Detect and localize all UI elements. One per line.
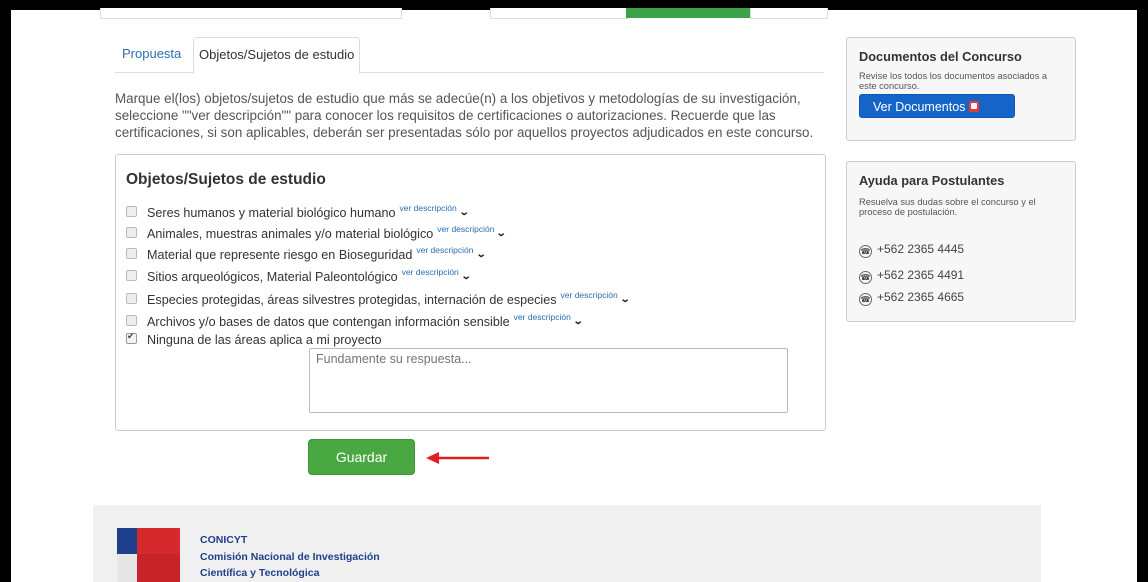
option-seres-humanos: Seres humanos y material biológico human… [126, 203, 469, 220]
phone-line: ☎ +562 2365 4665 [859, 290, 964, 306]
documentos-title: Documentos del Concurso [859, 49, 1022, 64]
phone-number: +562 2365 4665 [877, 290, 965, 304]
ver-descripcion-link[interactable]: ver descripción [561, 290, 618, 300]
justification-textarea[interactable] [309, 348, 788, 413]
ayuda-box: Ayuda para Postulantes Resuelva sus duda… [846, 161, 1076, 322]
tab-propuesta[interactable]: Propuesta [117, 37, 186, 71]
option-label: Material que represente riesgo en Bioseg… [147, 248, 413, 262]
chevron-down-icon[interactable]: ⌄ [573, 316, 584, 327]
ver-descripcion-link[interactable]: ver descripción [400, 203, 457, 213]
option-label: Sitios arqueológicos, Material Paleontol… [147, 270, 398, 284]
documentos-text: Revise los todos los documentos asociado… [859, 71, 1048, 91]
conicyt-logo [117, 528, 180, 582]
chevron-down-icon[interactable]: ⌄ [475, 249, 486, 260]
window-frame-right [1137, 0, 1148, 582]
top-cutoff-field [100, 8, 402, 19]
checkbox[interactable] [126, 248, 137, 260]
instructions-text: Marque el(los) objetos/sujetos de estudi… [115, 91, 814, 140]
option-especies-protegidas: Especies protegidas, áreas silvestres pr… [126, 290, 630, 307]
footer-line2: Científica y Tecnológica [200, 567, 320, 579]
pdf-icon [969, 101, 980, 112]
phone-number: +562 2365 4491 [877, 268, 965, 282]
ayuda-title: Ayuda para Postulantes [859, 173, 1005, 188]
option-label: Archivos y/o bases de datos que contenga… [147, 315, 510, 329]
phone-line: ☎ +562 2365 4491 [859, 268, 964, 284]
option-label: Ninguna de las áreas aplica a mi proyect… [147, 333, 382, 347]
option-archivos-datos: Archivos y/o bases de datos que contenga… [126, 312, 584, 329]
ayuda-text: Resuelva sus dudas sobre el concurso y e… [859, 197, 1036, 217]
checkbox[interactable] [126, 315, 137, 327]
option-sitios-arqueologicos: Sitios arqueológicos, Material Paleontol… [126, 267, 472, 284]
checkbox[interactable] [126, 293, 137, 305]
footer-org: CONICYT [200, 534, 248, 546]
footer-line1: Comisión Nacional de Investigación [200, 551, 380, 563]
phone-icon: ☎ [859, 293, 872, 306]
option-label: Especies protegidas, áreas silvestres pr… [147, 293, 557, 307]
option-ninguna: Ninguna de las áreas aplica a mi proyect… [126, 331, 382, 349]
option-label: Seres humanos y material biológico human… [147, 206, 396, 220]
footer: CONICYT Comisión Nacional de Investigaci… [93, 505, 1041, 582]
ver-descripcion-link[interactable]: ver descripción [402, 267, 459, 277]
top-cutoff-button[interactable] [626, 8, 750, 18]
top-cutoff-field [750, 8, 828, 19]
save-button[interactable]: Guardar [308, 439, 415, 475]
option-animales: Animales, muestras animales y/o material… [126, 224, 507, 241]
ver-documentos-label: Ver Documentos [873, 100, 966, 114]
documentos-box: Documentos del Concurso Revise los todos… [846, 37, 1076, 141]
phone-icon: ☎ [859, 271, 872, 284]
ver-descripcion-link[interactable]: ver descripción [514, 312, 571, 322]
study-objects-panel: Objetos/Sujetos de estudio Seres humanos… [115, 154, 826, 431]
phone-icon: ☎ [859, 245, 872, 258]
chevron-down-icon[interactable]: ⌄ [619, 294, 630, 305]
tab-bar: Propuesta Objetos/Sujetos de estudio [115, 37, 824, 74]
ver-documentos-button[interactable]: Ver Documentos [859, 94, 1015, 118]
chevron-down-icon[interactable]: ⌄ [461, 271, 472, 282]
option-bioseguridad: Material que represente riesgo en Bioseg… [126, 245, 486, 262]
chevron-down-icon[interactable]: ⌄ [458, 207, 469, 218]
top-cutoff-field [490, 8, 628, 19]
ver-descripcion-link[interactable]: ver descripción [416, 245, 473, 255]
option-label: Animales, muestras animales y/o material… [147, 227, 434, 241]
checkbox-checked[interactable] [126, 331, 137, 345]
checkbox[interactable] [126, 206, 137, 218]
ver-descripcion-link[interactable]: ver descripción [437, 224, 494, 234]
phone-number: +562 2365 4445 [877, 242, 965, 256]
checkbox[interactable] [126, 270, 137, 282]
checkbox[interactable] [126, 227, 137, 239]
red-arrow-annotation [426, 452, 489, 464]
chevron-down-icon[interactable]: ⌄ [496, 228, 507, 239]
panel-title: Objetos/Sujetos de estudio [126, 171, 326, 188]
phone-line: ☎ +562 2365 4445 [859, 242, 964, 258]
tab-objetos-sujetos[interactable]: Objetos/Sujetos de estudio [193, 37, 361, 74]
window-frame-left [0, 0, 11, 582]
